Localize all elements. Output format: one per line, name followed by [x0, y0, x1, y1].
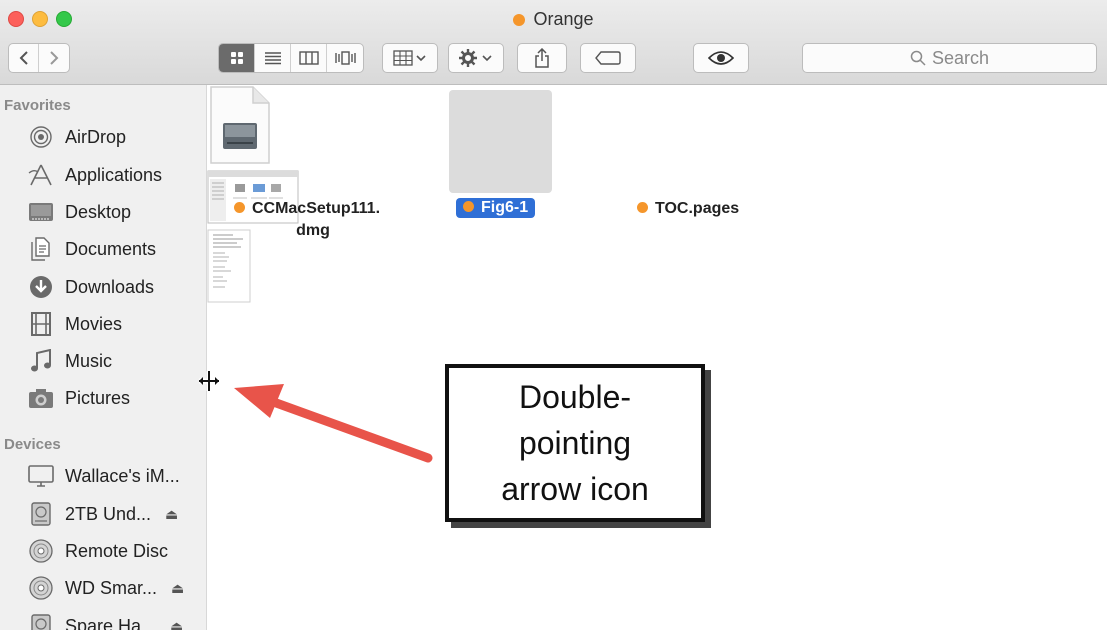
eye-icon: [708, 51, 734, 65]
share-button[interactable]: [517, 43, 567, 73]
window-title: Orange: [0, 9, 1107, 30]
search-field[interactable]: Search: [802, 43, 1097, 73]
icon-view-button[interactable]: [219, 44, 255, 72]
music-icon: [28, 349, 54, 373]
back-button[interactable]: [9, 44, 39, 72]
icon-view-icon: [230, 52, 243, 64]
callout-line-1: Double-: [518, 379, 632, 415]
applications-icon: [28, 163, 54, 187]
pictures-icon: [28, 386, 54, 410]
file-name: TOC.pages: [637, 200, 739, 218]
sidebar-item-2tb-drive[interactable]: 2TB Und... ⏏: [28, 499, 178, 529]
file-name-line2: dmg: [296, 222, 330, 239]
eject-icon[interactable]: ⏏: [170, 618, 183, 630]
arrange-icon: [393, 50, 426, 66]
devices-section-title: Devices: [4, 436, 61, 453]
orange-tag-icon: [637, 202, 648, 213]
desktop-icon: [28, 200, 54, 224]
back-forward-buttons: [8, 43, 70, 73]
documents-icon: [28, 237, 54, 261]
chevron-right-icon: [50, 51, 59, 65]
resize-cursor-icon: [199, 371, 219, 391]
selection-highlight: [449, 90, 552, 193]
pages-file-icon: [207, 229, 251, 303]
sidebar-item-movies[interactable]: Movies: [28, 309, 122, 339]
file-name: CCMacSetup111.: [227, 200, 387, 218]
sidebar-item-pictures[interactable]: Pictures: [28, 383, 130, 413]
sidebar: Favorites AirDrop Applications Desktop D…: [0, 85, 207, 630]
cover-flow-icon: [335, 51, 356, 65]
disc-icon: [28, 576, 54, 600]
sidebar-item-remote-disc[interactable]: Remote Disc: [28, 536, 168, 566]
disc-icon: [28, 539, 54, 563]
eject-icon[interactable]: ⏏: [165, 506, 178, 523]
orange-tag-icon: [463, 201, 474, 212]
file-item[interactable]: TOC.pages: [207, 200, 1107, 308]
file-item[interactable]: CCMacSetup111. dmg: [207, 85, 1107, 239]
arrange-button[interactable]: [382, 43, 438, 73]
sidebar-item-applications[interactable]: Applications: [28, 160, 162, 190]
sidebar-item-spare-drive[interactable]: Spare Ha... ⏏: [28, 611, 183, 630]
tag-icon: [595, 51, 621, 65]
tags-button[interactable]: [580, 43, 636, 73]
annotation-callout: Double- pointing arrow icon: [445, 364, 705, 522]
sidebar-item-documents[interactable]: Documents: [28, 234, 156, 264]
list-view-button[interactable]: [255, 44, 291, 72]
sidebar-item-desktop[interactable]: Desktop: [28, 197, 131, 227]
file-name: Fig6-1: [456, 198, 536, 218]
disk-icon: [28, 502, 54, 526]
column-view-button[interactable]: [291, 44, 327, 72]
sidebar-item-wd-drive[interactable]: WD Smar... ⏏: [28, 573, 184, 603]
disk-icon: [28, 614, 54, 630]
chevron-left-icon: [19, 51, 28, 65]
file-browser-content: CCMacSetup111. dmg Fig6-1 TOC.pages: [207, 85, 1107, 630]
dmg-file-icon: [210, 86, 270, 164]
cover-flow-view-button[interactable]: [327, 44, 363, 72]
sidebar-item-music[interactable]: Music: [28, 346, 112, 376]
list-view-icon: [264, 52, 281, 65]
movies-icon: [28, 312, 54, 336]
sidebar-item-imac[interactable]: Wallace's iM...: [28, 461, 180, 491]
sidebar-item-airdrop[interactable]: AirDrop: [28, 122, 126, 152]
gear-icon: [459, 49, 492, 67]
eject-icon[interactable]: ⏏: [171, 580, 184, 597]
action-menu-button[interactable]: [448, 43, 504, 73]
column-view-icon: [298, 51, 319, 65]
airdrop-icon: [28, 125, 54, 149]
search-icon: [910, 50, 926, 66]
forward-button[interactable]: [39, 44, 69, 72]
finder-window: Orange Search Favorites AirDrop Applicat…: [0, 0, 1107, 630]
view-mode-selector: [218, 43, 364, 73]
orange-tag-icon: [233, 202, 245, 213]
favorites-section-title: Favorites: [4, 97, 71, 114]
callout-line-3: arrow icon: [501, 471, 649, 507]
sidebar-item-downloads[interactable]: Downloads: [28, 272, 154, 302]
titlebar: Orange Search: [0, 0, 1107, 85]
orange-tag-icon: [513, 14, 526, 26]
downloads-icon: [28, 275, 54, 299]
callout-line-2: pointing: [518, 425, 632, 461]
quick-look-button[interactable]: [693, 43, 749, 73]
share-icon: [535, 48, 549, 68]
imac-icon: [28, 464, 54, 488]
